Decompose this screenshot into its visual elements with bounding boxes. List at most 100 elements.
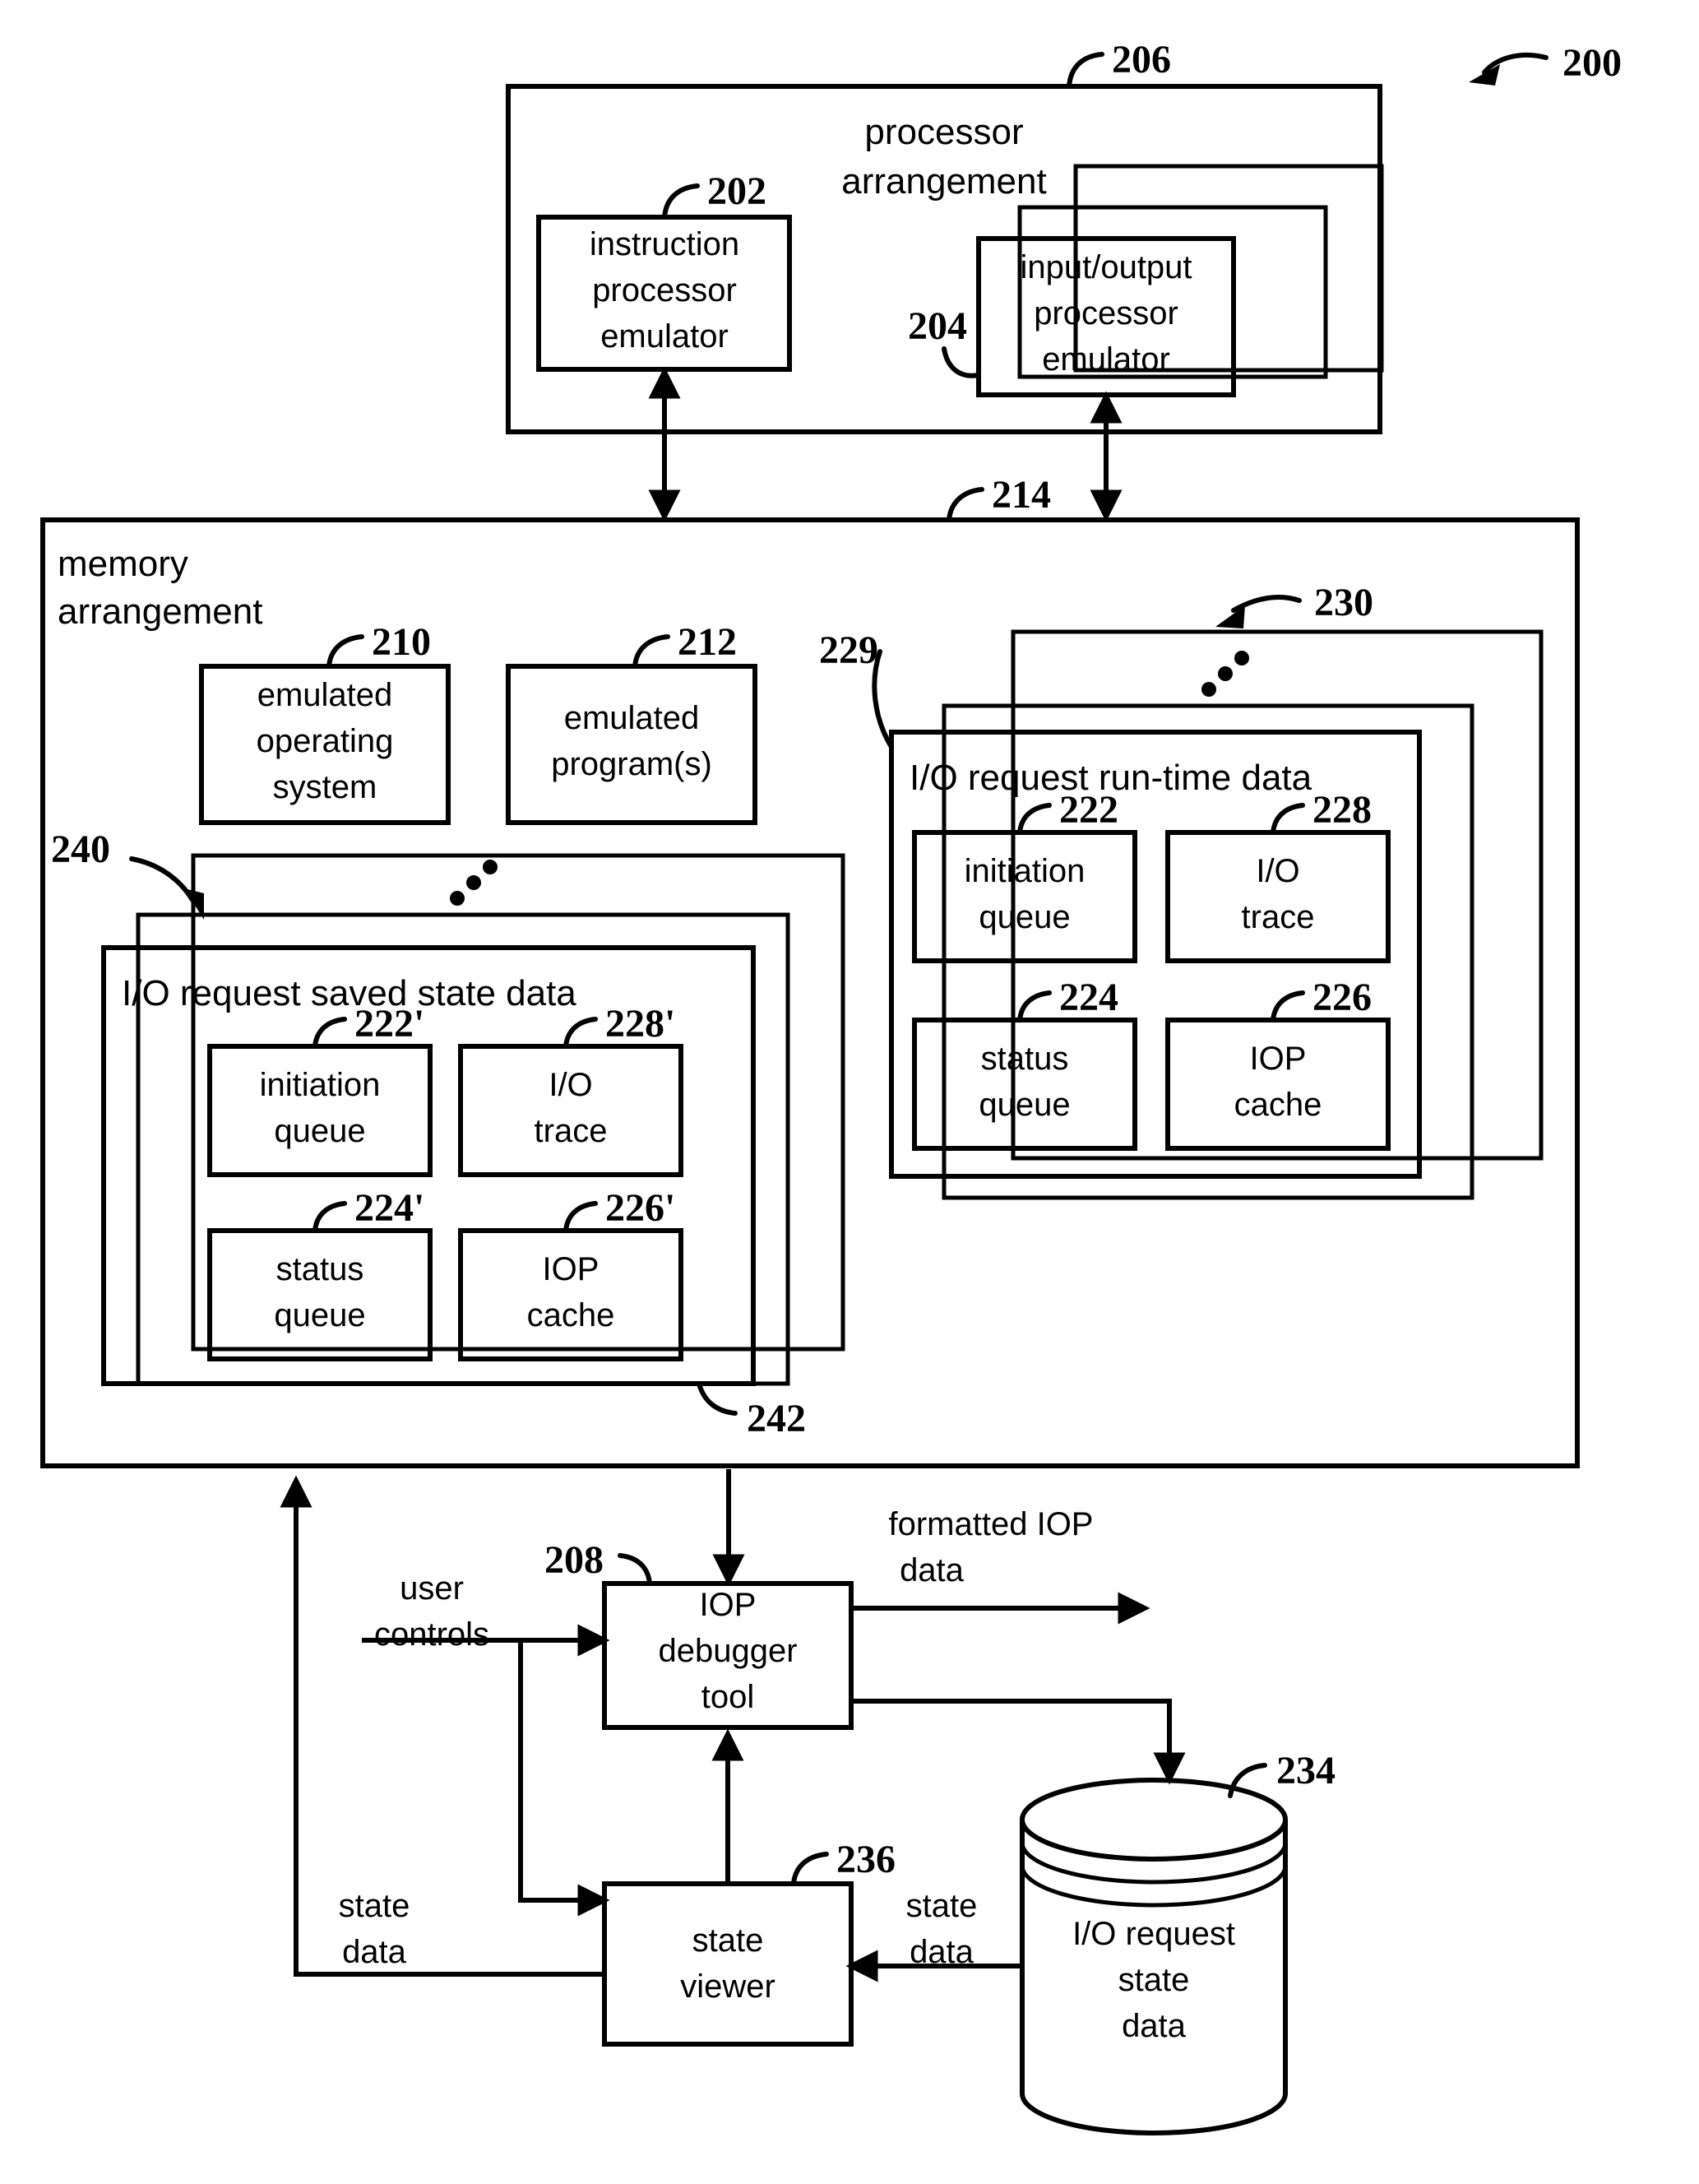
- state-data-right-label-line1: state: [906, 1888, 978, 1924]
- formatted-iop-data-label-line2: data: [900, 1552, 965, 1588]
- saved-io-trace-line1: I/O: [549, 1067, 592, 1103]
- ref-230-number: 230: [1314, 581, 1373, 624]
- saved-initiation-queue-line2: queue: [274, 1113, 365, 1149]
- state-viewer-group: 236 state viewer: [602, 1838, 896, 2047]
- ref-208-number: 208: [544, 1538, 604, 1582]
- ref-229-callout: 229: [819, 628, 894, 749]
- saved-status-queue-box: [207, 1228, 433, 1361]
- user-controls-label-line1: user: [400, 1570, 464, 1607]
- memory-arrangement-group: 214 memory arrangement 210 emulated oper…: [40, 473, 1580, 1468]
- formatted-iop-data-label-line1: formatted IOP: [889, 1506, 1094, 1542]
- ref-224p-callout: 224': [312, 1186, 424, 1233]
- ref-226-number: 226: [1312, 976, 1372, 1019]
- saved-io-trace-group: 228' I/O trace: [458, 1002, 683, 1177]
- data-store-line1: I/O request: [1072, 1916, 1235, 1952]
- iop-debugger-tool-line2: debugger: [658, 1633, 797, 1669]
- ref-206-callout: 206: [1067, 38, 1171, 89]
- ref-210-number: 210: [372, 620, 431, 664]
- runtime-status-queue-line1: status: [981, 1041, 1069, 1077]
- formatted-iop-data-output-group: formatted IOP data: [851, 1506, 1150, 1625]
- emulated-operating-system-line1: emulated: [257, 677, 393, 713]
- runtime-iop-cache-line2: cache: [1234, 1087, 1322, 1123]
- ref-200-number: 200: [1562, 41, 1622, 85]
- ref-214-number: 214: [992, 473, 1051, 517]
- saved-iop-cache-box: [458, 1228, 683, 1361]
- ref-236-number: 236: [836, 1838, 896, 1881]
- data-store-line2: state: [1118, 1962, 1190, 1998]
- data-store-cylinder-top: [1020, 1778, 1288, 1862]
- io-request-state-data-store-group: 234 I/O request state data: [1020, 1749, 1336, 2135]
- ref-202-number: 202: [707, 169, 766, 213]
- ref-228p-callout: 228': [563, 1002, 675, 1049]
- saved-state-title: I/O request saved state data: [122, 973, 576, 1013]
- ref-210-callout: 210: [326, 620, 431, 669]
- runtime-status-queue-group: 224 status queue: [912, 976, 1137, 1151]
- ref-236-callout: 236: [791, 1838, 896, 1886]
- ref-208-callout: 208: [544, 1538, 652, 1586]
- ref-228-number: 228: [1312, 788, 1372, 832]
- figure-canvas: 200 206 processor arrangement 202 instru…: [40, 38, 1622, 2135]
- runtime-initiation-queue-group: 222 initiation queue: [912, 788, 1137, 963]
- ref-224p-number: 224': [354, 1186, 424, 1230]
- ref-230-callout: 230: [1215, 581, 1373, 628]
- ref-229-number: 229: [819, 628, 878, 672]
- runtime-initiation-queue-line1: initiation: [965, 853, 1086, 889]
- ref-226p-callout: 226': [563, 1186, 675, 1233]
- io-processor-emulator-line3: emulator: [1042, 341, 1170, 378]
- ref-206-number: 206: [1112, 38, 1171, 81]
- saved-iop-cache-line1: IOP: [543, 1251, 600, 1287]
- processor-arrangement-group: 206 processor arrangement 202 instructio…: [506, 38, 1384, 434]
- ref-228p-number: 228': [605, 1002, 675, 1046]
- emulated-operating-system-line2: operating: [257, 723, 394, 759]
- runtime-io-trace-group: 228 I/O trace: [1165, 788, 1391, 963]
- data-store-line3: data: [1122, 2008, 1187, 2044]
- state-viewer-line2: viewer: [680, 1968, 775, 2005]
- ref-224-number: 224: [1059, 976, 1118, 1019]
- runtime-stack-ellipsis-icon: [1201, 651, 1249, 697]
- ref-222-number: 222: [1059, 788, 1118, 832]
- iop-debugger-tool-line3: tool: [701, 1679, 755, 1715]
- ref-234-number: 234: [1276, 1749, 1336, 1792]
- ref-226-callout: 226: [1271, 976, 1372, 1022]
- memory-arrangement-title-line1: memory: [58, 544, 188, 584]
- user-controls-label-line2: controls: [374, 1616, 489, 1653]
- instruction-processor-emulator-line3: emulator: [600, 318, 729, 355]
- emulated-programs-line1: emulated: [564, 700, 700, 736]
- state-data-left-label-line1: state: [339, 1888, 410, 1924]
- state-data-from-store-group: state data: [845, 1888, 1020, 1982]
- state-data-left-label-line2: data: [342, 1934, 407, 1970]
- saved-iop-cache-group: 226' IOP cache: [458, 1186, 683, 1361]
- ref-242-callout: 242: [697, 1381, 806, 1440]
- state-viewer-box: [602, 1881, 854, 2047]
- io-request-saved-state-data-stack: 240 242 I/O request saved state data 222…: [51, 828, 845, 1440]
- user-controls-input-group: user controls: [362, 1570, 610, 1917]
- processor-arrangement-title-line1: processor: [864, 112, 1023, 152]
- saved-iop-cache-line2: cache: [527, 1297, 615, 1333]
- runtime-initiation-queue-box: [912, 830, 1137, 963]
- iop-debugger-tool-line1: IOP: [700, 1587, 757, 1623]
- ref-202-callout: 202: [662, 169, 766, 220]
- runtime-iop-cache-line1: IOP: [1250, 1041, 1307, 1077]
- runtime-io-trace-box: [1165, 830, 1391, 963]
- connector-debugger-to-data-store: [851, 1699, 1186, 1785]
- saved-io-trace-line2: trace: [535, 1113, 608, 1149]
- io-processor-emulator-line2: processor: [1034, 295, 1178, 332]
- ref-234-callout: 234: [1228, 1749, 1336, 1798]
- emulated-programs-line2: program(s): [551, 746, 712, 782]
- emulated-operating-system-line3: system: [273, 769, 377, 805]
- ref-242-number: 242: [747, 1397, 806, 1440]
- ref-212-number: 212: [678, 620, 737, 664]
- saved-initiation-queue-line1: initiation: [260, 1067, 381, 1103]
- iop-debugger-tool-group: 208 IOP debugger tool: [544, 1538, 854, 1730]
- ref-214-callout: 214: [947, 473, 1051, 522]
- ref-204-callout: 204: [908, 304, 981, 378]
- user-controls-branch-to-state-viewer: [518, 1640, 610, 1917]
- ref-240-number: 240: [51, 828, 110, 871]
- ref-224-callout: 224: [1017, 976, 1118, 1022]
- ref-222p-number: 222': [354, 1002, 424, 1046]
- ref-212-callout: 212: [632, 620, 737, 669]
- ref-204-number: 204: [908, 304, 967, 348]
- runtime-status-queue-line2: queue: [979, 1087, 1070, 1123]
- memory-arrangement-title-line2: arrangement: [58, 591, 262, 632]
- runtime-iop-cache-group: 226 IOP cache: [1165, 976, 1391, 1151]
